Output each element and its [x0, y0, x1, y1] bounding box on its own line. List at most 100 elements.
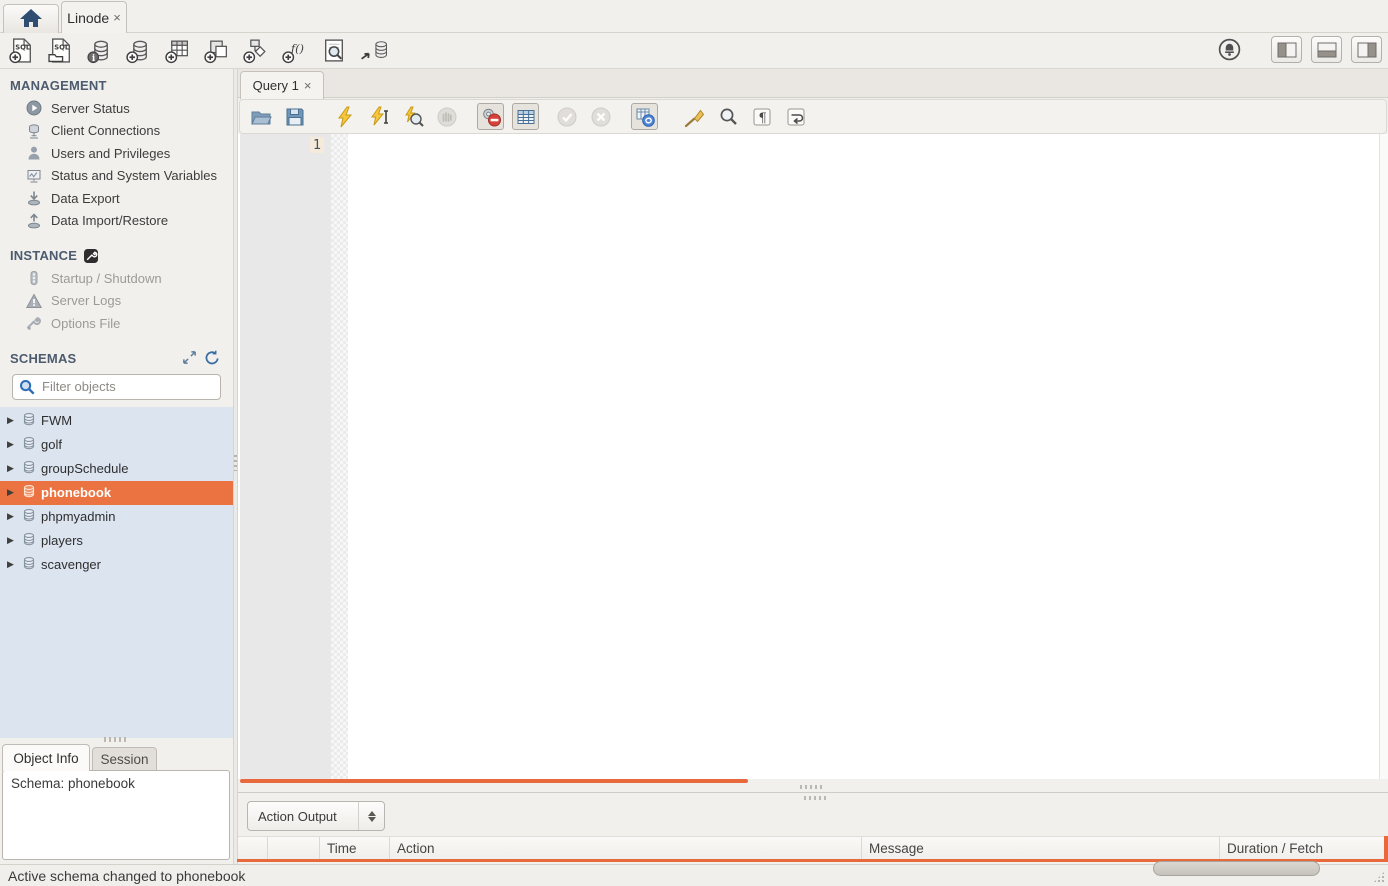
rollback-button[interactable] [589, 105, 613, 129]
editor-horizontal-scrollbar[interactable] [240, 779, 748, 783]
schema-list: ▶ FWM ▶ golf ▶ groupSchedule ▶ phonebook… [0, 407, 233, 738]
sidebar-item-system-variables[interactable]: Status and System Variables [0, 165, 233, 188]
tab-session[interactable]: Session [92, 747, 157, 771]
connection-tab[interactable]: Linode × [61, 1, 127, 33]
schema-inspector-icon: i [86, 37, 114, 64]
schema-inspector-button[interactable]: i [85, 36, 114, 66]
limit-rows-icon [515, 106, 537, 128]
create-procedure-button[interactable] [241, 36, 270, 66]
limit-rows-button[interactable] [512, 103, 539, 130]
stop-on-error-toggle[interactable] [477, 103, 504, 130]
expander-icon[interactable]: ▶ [7, 535, 17, 546]
beautify-button[interactable] [682, 105, 706, 129]
svg-text:SQL: SQL [15, 43, 31, 51]
schema-row-scavenger[interactable]: ▶ scavenger [0, 553, 233, 577]
wrap-text-button[interactable] [784, 105, 808, 129]
expander-icon[interactable]: ▶ [7, 559, 17, 570]
expander-icon[interactable]: ▶ [7, 439, 17, 450]
output-horizontal-scrollbar[interactable] [1153, 861, 1320, 876]
schema-row-phonebook[interactable]: ▶ phonebook [0, 481, 233, 505]
execute-button[interactable] [333, 105, 357, 129]
refresh-icon[interactable] [205, 350, 220, 368]
schema-icon [22, 460, 36, 478]
schemas-section-title: SCHEMAS [10, 350, 223, 368]
sidebar-item-startup-shutdown[interactable]: Startup / Shutdown [0, 267, 233, 290]
explain-button[interactable] [401, 105, 425, 129]
create-function-button[interactable]: f() [280, 36, 309, 66]
schema-row-golf[interactable]: ▶ golf [0, 433, 233, 457]
new-query-tab-button[interactable]: SQL [7, 36, 36, 66]
toggle-right-panel-button[interactable] [1351, 36, 1382, 63]
stop-button[interactable] [435, 105, 459, 129]
sql-editor[interactable]: 1 [238, 134, 1388, 779]
home-tab[interactable] [3, 4, 59, 33]
sidebar-item-options-file[interactable]: Options File [0, 312, 233, 335]
expander-icon[interactable]: ▶ [7, 487, 17, 498]
data-export-icon [25, 190, 42, 206]
autocommit-toggle[interactable] [631, 103, 658, 130]
notifications-icon [1217, 37, 1242, 62]
close-icon[interactable]: × [113, 10, 121, 25]
create-table-button[interactable] [163, 36, 192, 66]
schema-row-players[interactable]: ▶ players [0, 529, 233, 553]
wrench-badge-icon [84, 249, 98, 263]
sidebar-item-data-import[interactable]: Data Import/Restore [0, 210, 233, 233]
search-data-button[interactable] [319, 36, 348, 66]
toggle-left-panel-button[interactable] [1271, 36, 1302, 63]
save-button[interactable] [283, 105, 307, 129]
editor-vertical-scrollbar[interactable] [1379, 134, 1388, 779]
schema-row-phpmyadmin[interactable]: ▶ phpmyadmin [0, 505, 233, 529]
toggle-bottom-panel-button[interactable] [1311, 36, 1342, 63]
schema-filter[interactable] [12, 374, 221, 400]
server-logs-icon [25, 293, 42, 309]
open-sql-script-button[interactable]: SQL [46, 36, 75, 66]
column-message[interactable]: Message [862, 837, 1220, 859]
close-icon[interactable]: × [304, 78, 312, 93]
column-action[interactable]: Action [390, 837, 862, 859]
sidebar-splitter-grip[interactable] [104, 737, 128, 742]
tab-query-1[interactable]: Query 1 × [240, 71, 324, 99]
output-view-selector[interactable]: Action Output [247, 801, 385, 831]
tab-object-info[interactable]: Object Info [2, 744, 90, 771]
schema-row-fwm[interactable]: ▶ FWM [0, 409, 233, 433]
execute-current-button[interactable] [367, 105, 391, 129]
notifications-button[interactable] [1217, 37, 1242, 62]
show-invisibles-button[interactable]: ¶ [750, 105, 774, 129]
editor-gutter: 1 [240, 134, 331, 779]
schema-icon [22, 436, 36, 454]
mysql-workbench-window: Linode × SQL SQL [0, 0, 1388, 886]
sidebar-item-server-status[interactable]: Server Status [0, 97, 233, 120]
commit-button[interactable] [555, 105, 579, 129]
create-function-icon: f() [281, 37, 309, 64]
column-time[interactable]: Time [320, 837, 390, 859]
column-blank-2[interactable] [268, 837, 320, 859]
beautify-icon [683, 106, 705, 128]
expander-icon[interactable]: ▶ [7, 415, 17, 426]
schema-filter-input[interactable] [40, 378, 220, 395]
column-blank-1[interactable] [238, 837, 268, 859]
expand-panel-icon[interactable] [182, 350, 197, 368]
find-icon [717, 106, 739, 128]
sidebar-item-data-export[interactable]: Data Export [0, 187, 233, 210]
create-view-button[interactable] [202, 36, 231, 66]
sidebar-item-client-connections[interactable]: Client Connections [0, 120, 233, 143]
column-duration-fetch[interactable]: Duration / Fetch [1220, 837, 1388, 859]
output-splitter[interactable] [238, 792, 1388, 793]
find-button[interactable] [716, 105, 740, 129]
output-splitter-grip[interactable] [800, 785, 822, 789]
create-schema-button[interactable] [124, 36, 153, 66]
expander-icon[interactable]: ▶ [7, 463, 17, 474]
sidebar-item-server-logs[interactable]: Server Logs [0, 290, 233, 313]
reconnect-dbms-button[interactable] [358, 36, 387, 66]
sidebar: MANAGEMENT Server Status Client Connecti… [0, 69, 233, 735]
toggle-bottom-panel-icon [1317, 42, 1337, 58]
output-table-header: Time Action Message Duration / Fetch [238, 836, 1388, 859]
output-vertical-scrollbar[interactable] [1384, 836, 1388, 859]
expander-icon[interactable]: ▶ [7, 511, 17, 522]
schema-row-groupschedule[interactable]: ▶ groupSchedule [0, 457, 233, 481]
system-variables-icon [25, 168, 42, 184]
sidebar-item-users-privileges[interactable]: Users and Privileges [0, 142, 233, 165]
create-procedure-icon [242, 37, 270, 64]
output-splitter-grip[interactable] [804, 796, 826, 800]
open-file-button[interactable] [249, 105, 273, 129]
